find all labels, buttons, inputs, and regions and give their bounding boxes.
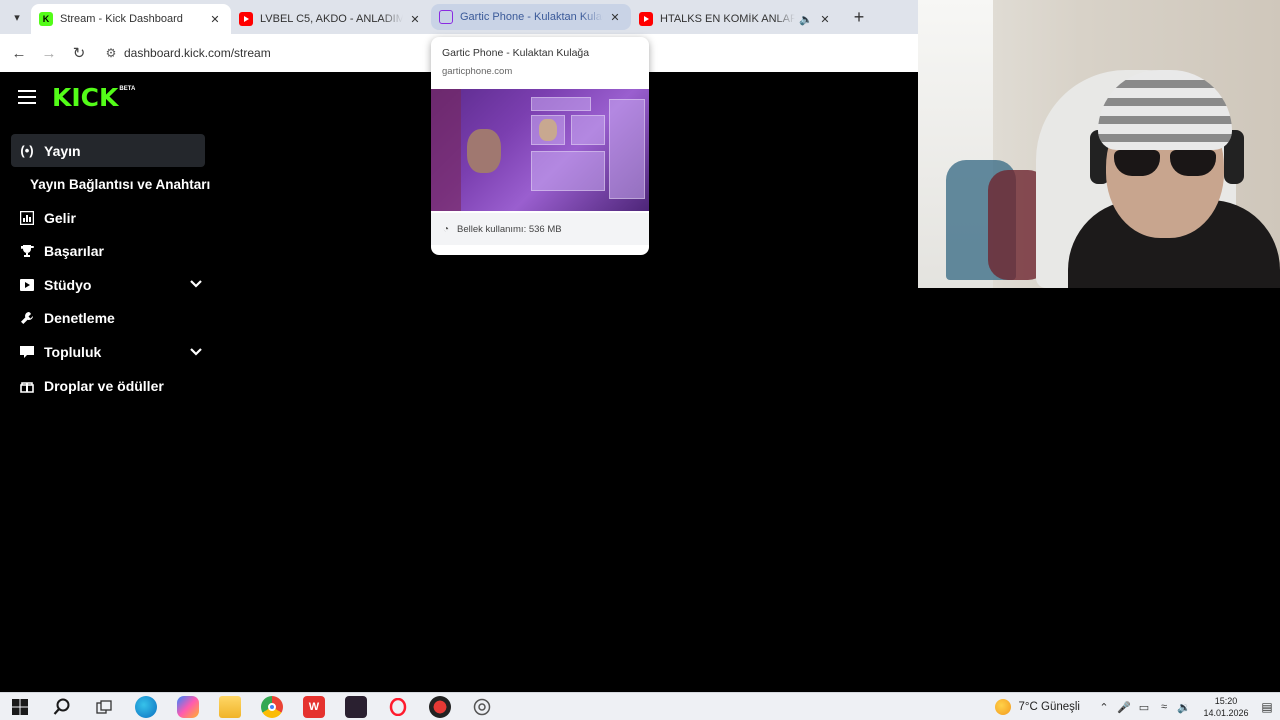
- wrench-icon: [17, 311, 37, 325]
- hover-card-domain: garticphone.com: [442, 66, 513, 77]
- sidebar-item-topluluk[interactable]: Topluluk: [11, 336, 211, 369]
- new-tab-button[interactable]: +: [845, 3, 873, 31]
- explorer-icon[interactable]: [219, 695, 241, 718]
- sidebar-item-studyo[interactable]: Stüdyo: [11, 268, 211, 301]
- arrow-right-icon: →: [41, 44, 57, 62]
- gift-icon: [17, 379, 37, 393]
- weather-text: 7°C Güneşli: [1018, 701, 1081, 713]
- beta-badge: BETA: [119, 86, 136, 92]
- tab-title: Gartic Phone - Kulaktan Kulağa: [460, 11, 603, 23]
- sidebar-item-stream-key[interactable]: Yayın Bağlantısı ve Anahtarı: [11, 168, 211, 201]
- sidebar-item-label: Droplar ve ödüller: [44, 377, 164, 394]
- sidebar-item-basarilar[interactable]: Başarılar: [11, 235, 211, 268]
- back-button[interactable]: ←: [4, 38, 34, 68]
- microphone-icon[interactable]: 🎤: [1114, 701, 1134, 714]
- tab-gartic-phone[interactable]: Gartic Phone - Kulaktan Kulağa ✕: [431, 4, 631, 30]
- tab-title: LVBEL C5, AKDO - ANLADIM SE: [260, 13, 403, 25]
- tab-title: HTALKS EN KOMİK ANLAR: [660, 13, 795, 25]
- kick-logo[interactable]: KICK BETA: [52, 85, 135, 111]
- url-text: dashboard.kick.com/stream: [124, 46, 271, 60]
- tab-preview-thumbnail: [431, 89, 649, 211]
- tab-title: Stream - Kick Dashboard: [60, 13, 183, 25]
- obs-icon[interactable]: [471, 696, 493, 718]
- opera-icon[interactable]: [387, 696, 409, 718]
- close-icon[interactable]: ✕: [817, 13, 833, 26]
- chrome-icon[interactable]: [261, 695, 283, 718]
- windows-taskbar: W 7°C Güneşli ⌃ 🎤 ▭ ≈ 🔉 15:20 14.01.2026…: [0, 692, 1280, 720]
- sidebar-item-label: Gelir: [44, 209, 76, 226]
- sidebar-item-label: Topluluk: [44, 344, 102, 361]
- tab-youtube-lvbel[interactable]: LVBEL C5, AKDO - ANLADIM SE ✕: [231, 4, 431, 34]
- sidebar-item-denetleme[interactable]: Denetleme: [11, 302, 211, 335]
- sidebar-item-yayin[interactable]: (•) Yayın: [11, 134, 205, 167]
- youtube-favicon-icon: [639, 12, 653, 26]
- memory-usage: ◔ Bellek kullanımı: 536 MB: [431, 213, 649, 245]
- wps-icon[interactable]: W: [303, 695, 325, 718]
- menu-icon[interactable]: [18, 90, 36, 104]
- battery-icon[interactable]: ▭: [1134, 701, 1154, 714]
- clock-date: 14.01.2026: [1203, 708, 1249, 718]
- studio-icon: [17, 278, 37, 291]
- tab-hover-card: Gartic Phone - Kulaktan Kulağa garticpho…: [431, 37, 649, 255]
- empty-area: [918, 288, 1280, 692]
- kick-favicon-icon: K: [39, 12, 53, 26]
- speaker-icon[interactable]: 🔈: [799, 13, 813, 26]
- volume-icon[interactable]: 🔉: [1174, 701, 1194, 714]
- address-bar[interactable]: ⚙ dashboard.kick.com/stream: [98, 38, 398, 68]
- close-icon[interactable]: ✕: [207, 13, 223, 26]
- sidebar-item-label: Denetleme: [44, 310, 115, 327]
- sidebar-item-label: Başarılar: [44, 243, 104, 260]
- close-icon[interactable]: ✕: [607, 11, 623, 24]
- tab-search-button[interactable]: ▾: [3, 3, 31, 31]
- chevron-down-icon[interactable]: [189, 277, 203, 291]
- search-icon[interactable]: [51, 696, 73, 718]
- system-tray: 7°C Güneşli ⌃ 🎤 ▭ ≈ 🔉 15:20 14.01.2026 ▤: [994, 693, 1280, 720]
- reload-button[interactable]: ↻: [64, 38, 94, 68]
- sidebar-item-label: Yayın Bağlantısı ve Anahtarı: [30, 176, 211, 192]
- site-info-icon[interactable]: ⚙: [98, 46, 124, 60]
- logo-wordmark: KICK: [52, 83, 119, 112]
- dashboard-sidebar: (•) Yayın Yayın Bağlantısı ve Anahtarı G…: [11, 134, 211, 403]
- app-icon[interactable]: [429, 695, 451, 718]
- start-icon[interactable]: [9, 696, 31, 718]
- arrow-left-icon: ←: [11, 44, 27, 62]
- webcam-overlay: [918, 0, 1280, 288]
- sidebar-item-gelir[interactable]: Gelir: [11, 201, 211, 234]
- chevron-down-icon[interactable]: [189, 345, 203, 359]
- sidebar-item-droplar[interactable]: Droplar ve ödüller: [11, 369, 211, 402]
- close-icon[interactable]: ✕: [407, 13, 423, 26]
- notification-icon[interactable]: ▤: [1254, 693, 1280, 720]
- edge-icon[interactable]: [135, 695, 157, 718]
- chevron-up-icon[interactable]: ⌃: [1094, 701, 1114, 714]
- sidebar-item-label: Stüdyo: [44, 276, 92, 293]
- tab-youtube-htalks[interactable]: HTALKS EN KOMİK ANLAR 🔈 ✕: [631, 4, 841, 34]
- sidebar-item-label: Yayın: [44, 142, 81, 159]
- gauge-icon: ◔: [443, 223, 450, 235]
- chevron-down-icon: ▾: [14, 11, 20, 24]
- trophy-icon: [17, 244, 37, 258]
- task-view-icon[interactable]: [93, 696, 115, 718]
- reload-icon: ↻: [72, 45, 86, 62]
- broadcast-icon: (•): [20, 143, 34, 158]
- copilot-icon[interactable]: [177, 695, 199, 718]
- game-icon[interactable]: [345, 695, 367, 718]
- weather-sun-icon: [994, 699, 1011, 715]
- wifi-icon[interactable]: ≈: [1154, 701, 1174, 713]
- hover-card-title: Gartic Phone - Kulaktan Kulağa: [442, 47, 590, 59]
- weather-widget[interactable]: 7°C Güneşli: [994, 699, 1081, 715]
- screen: ▾ K Stream - Kick Dashboard ✕ LVBEL C5, …: [0, 0, 1280, 720]
- gartic-favicon-icon: [439, 10, 453, 24]
- tab-kick-dashboard[interactable]: K Stream - Kick Dashboard ✕: [31, 4, 231, 34]
- memory-usage-text: Bellek kullanımı: 536 MB: [457, 223, 562, 235]
- forward-button[interactable]: →: [34, 38, 64, 68]
- clock[interactable]: 15:20 14.01.2026: [1198, 695, 1254, 719]
- youtube-favicon-icon: [239, 12, 253, 26]
- people-icon: [17, 346, 37, 359]
- tab-strip: ▾ K Stream - Kick Dashboard ✕ LVBEL C5, …: [0, 0, 918, 34]
- chart-icon: [17, 210, 37, 225]
- clock-time: 15:20: [1214, 696, 1238, 706]
